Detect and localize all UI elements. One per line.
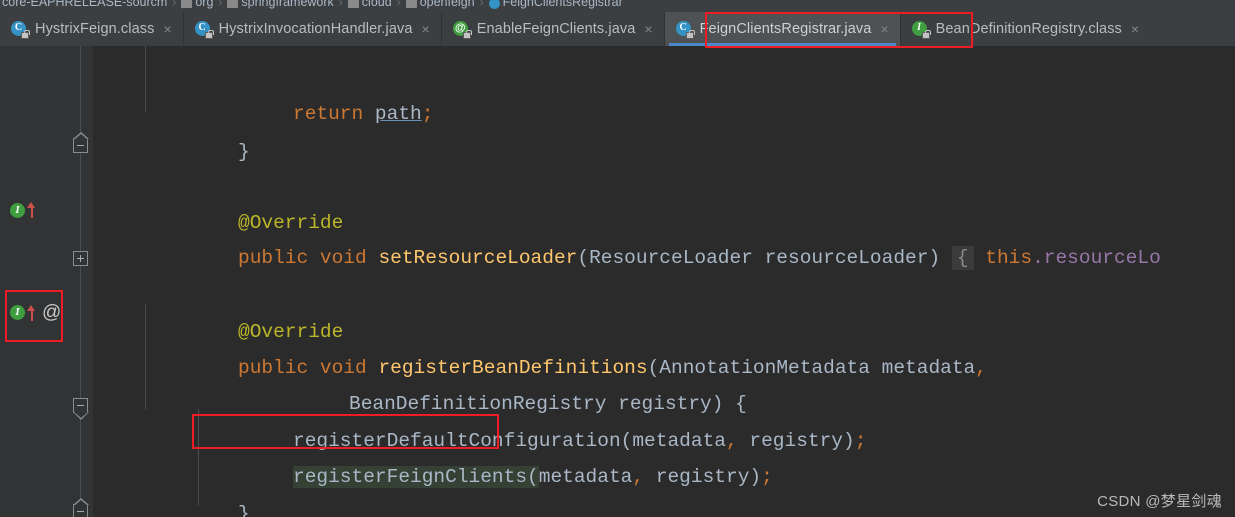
selected-method-call: registerFeignClients( xyxy=(293,466,539,488)
code-line: registerFeignClients(metadata, registry)… xyxy=(293,466,773,488)
class-file-icon: C xyxy=(194,20,214,39)
fold-region-line xyxy=(80,46,81,517)
class-icon xyxy=(488,0,500,9)
tab-close-icon[interactable]: × xyxy=(1129,21,1141,37)
code-editor[interactable]: I I @ return path; } @Override public vo… xyxy=(0,46,1235,517)
breadcrumb-label: openfeign xyxy=(419,0,475,9)
editor-tab-bar: C HystrixFeign.class × C HystrixInvocati… xyxy=(0,12,1235,46)
implementing-method-marker-2[interactable]: I @ xyxy=(10,303,61,322)
code-line: @Override xyxy=(238,212,344,234)
interface-impl-icon: I xyxy=(10,202,25,218)
folder-icon xyxy=(347,0,359,8)
tab-label: BeanDefinitionRegistry.class xyxy=(935,21,1122,37)
tab-hystrixinvocationhandler-java[interactable]: C HystrixInvocationHandler.java × xyxy=(182,12,441,46)
annotation-at-icon: @ xyxy=(42,302,62,323)
override-up-arrow-icon xyxy=(27,304,36,321)
breadcrumb-label: springframework xyxy=(241,0,334,9)
fold-collapse-marker-1[interactable] xyxy=(73,132,89,153)
breadcrumb-label: cloud xyxy=(361,0,392,9)
lock-badge-icon xyxy=(685,29,695,39)
tab-label: FeignClientsRegistrar.java xyxy=(699,21,872,37)
tab-close-icon[interactable]: × xyxy=(161,21,173,37)
interface-file-icon: I xyxy=(911,20,931,39)
tab-close-icon[interactable]: × xyxy=(420,21,432,37)
breadcrumb-separator: › xyxy=(338,0,343,9)
breadcrumb-label: core-EAPHRELEASE-sourcm xyxy=(2,0,168,9)
code-line: BeanDefinitionRegistry registry) { xyxy=(349,393,747,415)
tab-hystrixfeign-class[interactable]: C HystrixFeign.class × xyxy=(0,12,183,46)
breadcrumb: core-EAPHRELEASE-sourcm › org › springfr… xyxy=(0,0,1235,12)
code-line: public void setResourceLoader(ResourceLo… xyxy=(238,246,1161,270)
lock-badge-icon xyxy=(204,29,214,39)
breadcrumb-label: FeignClientsRegistrar xyxy=(502,0,623,9)
annotation-file-icon: @ xyxy=(452,20,472,39)
code-text-area[interactable]: return path; } @Override public void set… xyxy=(93,46,1235,517)
tab-label: EnableFeignClients.java xyxy=(476,21,636,37)
lock-badge-icon xyxy=(462,29,472,39)
fold-collapse-marker-3[interactable] xyxy=(73,498,89,517)
indent-guide xyxy=(145,46,146,112)
code-line: } xyxy=(238,503,250,517)
interface-impl-icon: I xyxy=(10,305,25,320)
breadcrumb-item-3[interactable]: cloud xyxy=(347,0,392,9)
tab-close-icon[interactable]: × xyxy=(878,21,890,37)
tab-label: HystrixInvocationHandler.java xyxy=(218,21,413,37)
tab-beandefinitionregistry-class[interactable]: I BeanDefinitionRegistry.class × xyxy=(899,12,1150,46)
tab-label: HystrixFeign.class xyxy=(35,21,155,37)
breadcrumb-label: org xyxy=(195,0,214,9)
code-line: } xyxy=(238,141,250,163)
tab-feignclientsregistrar-java[interactable]: C FeignClientsRegistrar.java × xyxy=(663,12,900,46)
folder-icon xyxy=(405,0,417,8)
code-line: public void registerBeanDefinitions(Anno… xyxy=(238,357,987,379)
code-line: @Override xyxy=(238,321,344,343)
indent-guide xyxy=(145,304,146,409)
breadcrumb-item-4[interactable]: openfeign xyxy=(405,0,475,9)
class-file-icon: C xyxy=(11,20,30,39)
breadcrumb-separator: › xyxy=(218,0,223,9)
class-file-icon: C xyxy=(675,20,695,39)
fold-expand-marker[interactable] xyxy=(73,251,88,266)
lock-badge-icon xyxy=(21,29,30,39)
tab-close-icon[interactable]: × xyxy=(642,21,654,37)
implementing-method-marker-1[interactable]: I xyxy=(10,202,36,218)
folder-icon xyxy=(227,0,239,8)
indent-guide xyxy=(198,409,199,505)
folder-icon xyxy=(181,0,193,8)
breadcrumb-item-1[interactable]: org xyxy=(181,0,213,9)
code-line: registerDefaultConfiguration(metadata, r… xyxy=(293,430,867,452)
ide-window: core-EAPHRELEASE-sourcm › org › springfr… xyxy=(0,0,1235,517)
lock-badge-icon xyxy=(921,29,931,39)
code-line: return path; xyxy=(293,103,434,125)
fold-collapse-marker-2[interactable] xyxy=(73,398,89,420)
override-up-arrow-icon xyxy=(27,202,36,218)
breadcrumb-separator: › xyxy=(479,0,484,9)
breadcrumb-item-0[interactable]: core-EAPHRELEASE-sourcm xyxy=(2,0,167,9)
breadcrumb-separator: › xyxy=(172,0,177,9)
tab-enablefeignclients-java[interactable]: @ EnableFeignClients.java × xyxy=(440,12,664,46)
editor-gutter[interactable]: I I @ xyxy=(0,46,93,517)
breadcrumb-separator: › xyxy=(396,0,401,9)
watermark: CSDN @梦星剑魂 xyxy=(1097,493,1222,510)
breadcrumb-item-2[interactable]: springframework xyxy=(227,0,334,9)
breadcrumb-item-5[interactable]: FeignClientsRegistrar xyxy=(488,0,623,9)
